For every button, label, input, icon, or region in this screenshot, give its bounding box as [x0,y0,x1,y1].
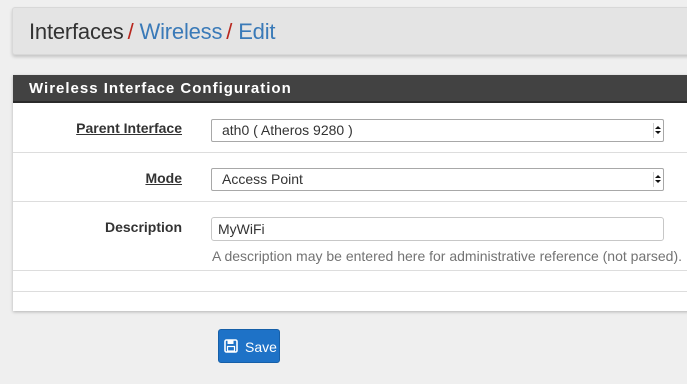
description-help-text: A description may be entered here for ad… [212,248,683,264]
breadcrumb-edit-link[interactable]: Edit [238,19,275,44]
mode-select[interactable]: Access Point [211,168,664,191]
save-label: Save [245,339,277,355]
parent-interface-row: Parent Interface ath0 ( Atheros 9280 ) [13,103,687,153]
floppy-disk-icon [224,339,238,353]
breadcrumb-separator: / [226,19,233,44]
mode-value: Access Point [222,171,303,187]
breadcrumb-separator: / [127,19,134,44]
panel-title: Wireless Interface Configuration [13,75,687,103]
wireless-config-panel: Wireless Interface Configuration Parent … [13,75,687,311]
mode-label: Mode [145,170,182,186]
parent-interface-label: Parent Interface [76,120,182,136]
breadcrumb-wireless-link[interactable]: Wireless [140,19,223,44]
parent-interface-value: ath0 ( Atheros 9280 ) [222,122,353,138]
description-row: Description A description may be entered… [13,202,687,271]
description-label: Description [104,219,182,235]
save-button[interactable]: Save [218,329,280,363]
breadcrumb-interfaces: Interfaces [29,19,124,44]
select-arrows-icon [653,123,661,138]
parent-interface-select[interactable]: ath0 ( Atheros 9280 ) [211,119,664,142]
description-input[interactable] [211,217,664,241]
select-arrows-icon [653,172,661,187]
empty-row [13,271,687,292]
breadcrumb: Interfaces / Wireless / Edit [29,19,276,45]
mode-row: Mode Access Point [13,153,687,202]
breadcrumb-bar: Interfaces / Wireless / Edit [12,7,687,55]
